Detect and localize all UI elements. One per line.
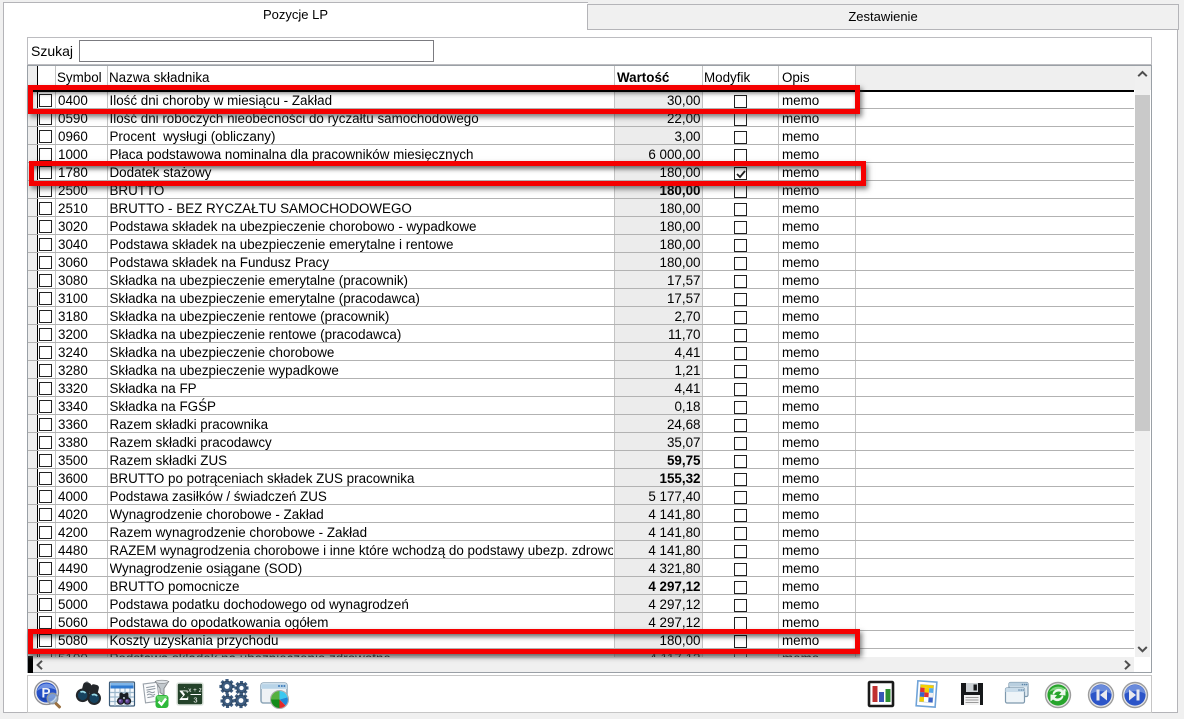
svg-text:3: 3: [193, 696, 197, 705]
svg-text:.: .: [184, 683, 186, 690]
svg-text:x + z: x + z: [188, 687, 201, 694]
